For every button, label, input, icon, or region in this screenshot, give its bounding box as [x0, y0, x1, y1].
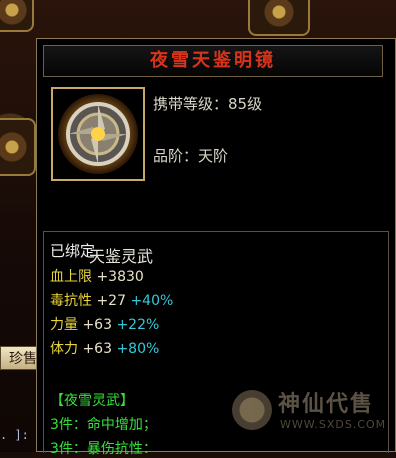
set-bonus: 3件：命中增加； [50, 417, 157, 433]
stat-row: 力量 +63 +22% [50, 314, 159, 334]
site-watermark: 神仙代售 WWW.SXDS.COM [232, 386, 396, 438]
item-header-panel: 携带等级：85级 品阶：天阶 天鉴灵武 [43, 79, 393, 266]
stat-value: +63 [82, 341, 112, 357]
stat-name: 血上限 [50, 269, 92, 285]
stat-value: +27 [96, 293, 126, 309]
item-title: 夜雪天鉴明镜 [43, 45, 383, 77]
stat-name: 毒抗性 [50, 293, 92, 309]
stat-row: 毒抗性 +27 +40% [50, 290, 173, 310]
inventory-slot-icon[interactable] [248, 0, 310, 36]
stat-percent: +80% [116, 341, 160, 357]
stat-name: 体力 [50, 341, 78, 357]
rank-value: 天阶 [198, 147, 229, 165]
set-bonus: 3件：暴伤抗性： [50, 441, 157, 457]
inventory-slot-icon[interactable] [0, 118, 36, 176]
rank-label: 品阶： [153, 147, 199, 165]
treasure-tab[interactable]: 珍售 [0, 346, 40, 370]
stat-name: 力量 [50, 317, 78, 333]
mirror-item-icon [51, 87, 145, 181]
chat-fragment: . ]: [0, 428, 29, 442]
watermark-name: 神仙代售 [278, 392, 375, 417]
carry-level-row: 携带等级：85级 [153, 93, 262, 115]
stat-value: +3830 [96, 269, 144, 285]
stat-row: 血上限 +3830 [50, 266, 144, 286]
carry-level-label: 携带等级： [153, 95, 229, 113]
stat-percent: +40% [130, 293, 174, 309]
item-info: 携带等级：85级 品阶：天阶 [153, 93, 262, 167]
watermark-logo-icon [232, 390, 272, 430]
inventory-slot-icon[interactable] [0, 0, 34, 32]
watermark-url: WWW.SXDS.COM [280, 418, 387, 431]
rank-row: 品阶：天阶 [153, 145, 262, 167]
carry-level-value: 85级 [228, 95, 263, 113]
stat-row: 体力 +63 +80% [50, 338, 159, 358]
bound-status: 已绑定 [50, 242, 96, 260]
stat-value: +63 [82, 317, 112, 333]
set-name: 【夜雪灵武】 [50, 393, 134, 409]
stat-percent: +22% [116, 317, 160, 333]
